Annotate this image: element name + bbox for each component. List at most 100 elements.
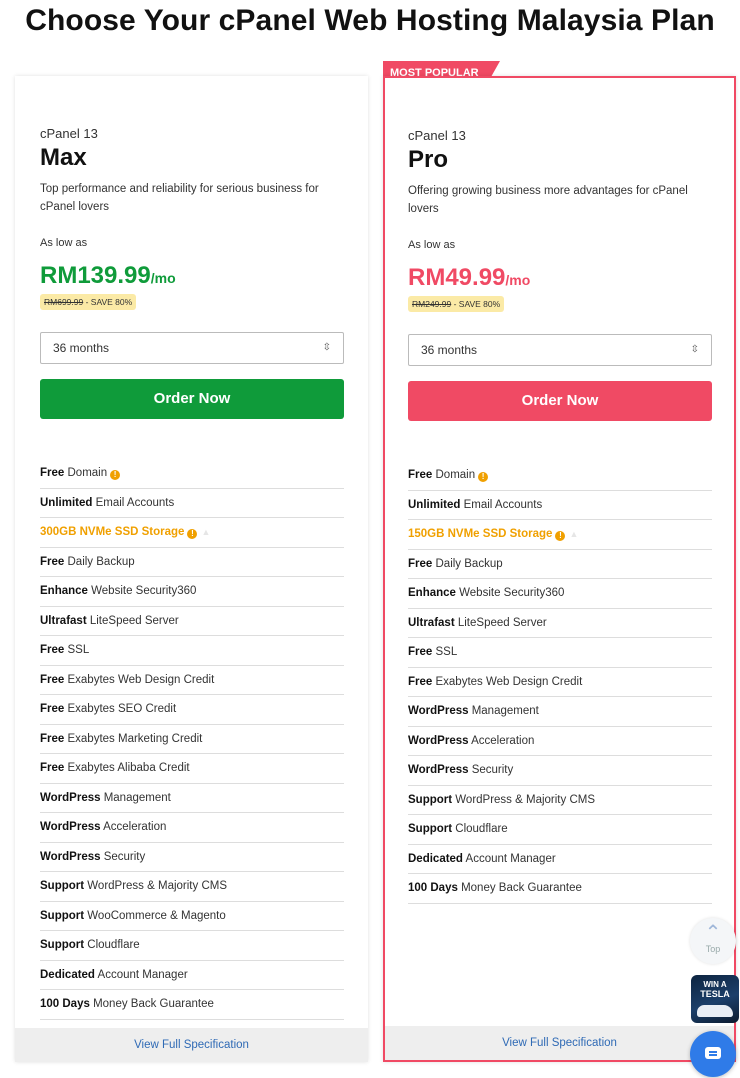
hd-icon: ▲ [569,529,579,539]
order-now-button[interactable]: Order Now [40,379,344,419]
arrow-up-icon: ⌃ [704,922,722,944]
feature-emphasis: WordPress [40,850,101,863]
feature-text: Email Accounts [92,496,175,509]
feature-emphasis: WordPress [408,734,469,747]
feature-text: Management [100,791,171,804]
feature-text: Exabytes Marketing Credit [64,732,203,745]
feature-item: WordPress Management [408,697,712,727]
feature-item: Support Cloudflare [408,815,712,845]
feature-item: Ultrafast LiteSpeed Server [40,607,344,636]
feature-list: Free Domain! Unlimited Email Accounts 150G… [408,461,712,904]
page-title: Choose Your cPanel Web Hosting Malaysia … [25,4,715,37]
chevron-updown-icon: ⇳ [690,344,699,355]
feature-emphasis: Free [408,557,433,570]
plan-price: RM49.99/mo [408,264,530,292]
feature-text: Domain [64,467,108,479]
feature-text: Exabytes Alibaba Credit [64,762,190,774]
feature-emphasis: Free [408,675,433,688]
order-now-button[interactable]: Order Now [408,381,712,421]
feature-emphasis: Unlimited [40,496,93,509]
feature-emphasis: Support [40,909,85,922]
feature-text: Account Manager [462,852,556,865]
feature-text: Money Back Guarantee [89,998,214,1010]
feature-emphasis: Ultrafast [408,616,455,629]
feature-text: Daily Backup [432,557,503,570]
feature-text: Exabytes SEO Credit [64,703,177,715]
feature-emphasis: Enhance [40,585,88,597]
feature-item: WordPress Security [40,843,344,872]
feature-emphasis: Free [40,467,65,479]
feature-item: Free Exabytes Web Design Credit [408,668,712,697]
feature-item: Support WooCommerce & Magento [40,902,344,931]
price-period: /mo [150,270,176,286]
chat-icon [705,1047,721,1059]
feature-emphasis: Free [408,646,433,658]
feature-item: Free SSL [408,638,712,668]
plan-subtitle: cPanel 13 [40,126,98,141]
feature-emphasis: Ultrafast [40,614,87,627]
term-select[interactable]: 36 months ⇳ [40,332,344,364]
spec-bar: View Full Specification [15,1028,368,1062]
feature-item: Free Exabytes SEO Credit [40,695,344,725]
feature-text: Website Security360 [455,587,565,599]
feature-text: Domain [432,469,476,481]
feature-text: Acceleration [468,734,535,747]
promo-line2: TESLA [700,989,730,999]
feature-emphasis: Free [40,555,65,568]
save-text: - SAVE 80% [451,299,501,309]
feature-text: 300GB NVMe SSD Storage [40,526,185,538]
feature-text: Account Manager [94,968,188,981]
feature-text: Exabytes Web Design Credit [64,673,215,686]
save-badge: RM699.99 - SAVE 80% [40,294,137,310]
feature-text: Exabytes Web Design Credit [432,675,583,688]
info-icon[interactable]: ! [478,472,489,482]
as-low-as-label: As low as [40,237,88,249]
chevron-updown-icon: ⇳ [322,342,331,353]
original-price: RM699.99 [44,297,84,307]
feature-text: WordPress & Majority CMS [452,793,596,806]
save-text: - SAVE 80% [83,297,133,307]
feature-item: Free Exabytes Marketing Credit [40,725,344,754]
feature-emphasis: Support [40,939,85,951]
feature-emphasis: Support [408,793,453,806]
info-icon[interactable]: ! [555,531,566,541]
feature-text: Management [468,705,539,717]
info-icon[interactable]: ! [110,470,121,480]
feature-text: Security [468,764,514,776]
feature-item: Enhance Website Security360 [40,577,344,607]
hd-icon: ▲ [201,527,211,537]
feature-emphasis: 100 Days [408,882,458,894]
view-full-specification-link[interactable]: View Full Specification [134,1039,249,1051]
feature-emphasis: Free [40,732,65,745]
feature-text: Money Back Guarantee [457,882,582,894]
view-full-specification-link[interactable]: View Full Specification [502,1037,617,1049]
plan-subtitle: cPanel 13 [408,128,466,143]
feature-item: WordPress Management [40,784,344,813]
feature-item: 150GB NVMe SSD Storage! ▲ [408,520,712,550]
promo-badge[interactable]: WIN A TESLA [691,975,739,1023]
back-to-top-button[interactable]: ⌃ Top [690,918,736,964]
feature-emphasis: WordPress [408,705,469,717]
info-icon[interactable]: ! [187,529,198,539]
plan-card-pro: cPanel 13 Pro Offering growing business … [383,76,736,1062]
feature-emphasis: WordPress [40,791,101,804]
feature-emphasis: Enhance [408,587,456,599]
plan-price: RM139.99/mo [40,262,176,290]
save-badge: RM249.99 - SAVE 80% [408,296,505,312]
feature-item: Support WordPress & Majority CMS [408,786,712,815]
feature-emphasis: Support [408,823,453,835]
feature-item: Unlimited Email Accounts [408,491,712,520]
feature-item: WordPress Acceleration [408,727,712,756]
term-select[interactable]: 36 months ⇳ [408,334,712,366]
feature-emphasis: Unlimited [408,498,461,511]
feature-text: LiteSpeed Server [454,616,547,629]
feature-item: 300GB NVMe SSD Storage! ▲ [40,518,344,548]
feature-emphasis: Support [40,880,85,892]
feature-item: Enhance Website Security360 [408,579,712,609]
feature-text: 150GB NVMe SSD Storage [408,528,553,540]
feature-emphasis: 100 Days [40,998,90,1010]
promo-line1: WIN A [703,980,727,989]
plan-card-max: cPanel 13 Max Top performance and reliab… [15,76,368,1062]
feature-item: Free Exabytes Alibaba Credit [40,754,344,784]
chat-button[interactable] [690,1031,736,1077]
